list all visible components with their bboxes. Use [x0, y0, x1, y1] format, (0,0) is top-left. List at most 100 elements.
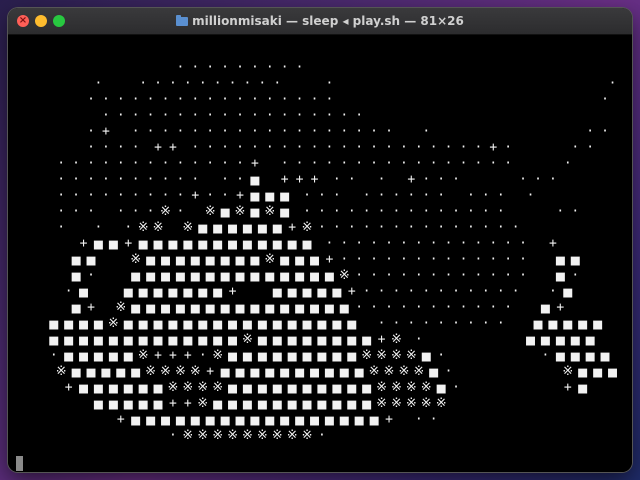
art-glyph: ·: [310, 140, 319, 155]
art-glyph: ·: [49, 348, 58, 363]
art-glyph: ■: [153, 379, 163, 397]
art-glyph: ■: [146, 411, 156, 429]
art-glyph: ■: [250, 251, 260, 269]
art-glyph: ■: [362, 331, 372, 349]
art-glyph: ·: [146, 156, 155, 171]
art-glyph: ·: [511, 284, 520, 299]
art-glyph: ·: [87, 188, 95, 203]
art-glyph: ·: [295, 156, 304, 171]
art-glyph: +: [250, 156, 259, 171]
art-glyph: ·: [459, 268, 468, 283]
art-glyph: ■: [272, 379, 282, 397]
art-glyph: ■: [295, 411, 305, 429]
art-glyph: ·: [161, 188, 170, 203]
art-glyph: ·: [571, 204, 580, 219]
art-glyph: ·: [325, 108, 334, 123]
art-glyph: ·: [325, 236, 334, 251]
art-glyph: ·: [422, 284, 431, 299]
art-glyph: ·: [303, 204, 311, 219]
art-glyph: ·: [131, 172, 140, 187]
art-glyph: ·: [191, 124, 200, 139]
art-glyph: ·: [87, 156, 95, 171]
art-glyph: ·: [422, 172, 431, 187]
art-glyph: ■: [324, 299, 334, 317]
art-glyph: ■: [257, 235, 267, 253]
art-glyph: ■: [153, 331, 163, 349]
art-glyph: ■: [287, 379, 297, 397]
art-glyph: ■: [228, 379, 238, 397]
art-glyph: ■: [585, 331, 595, 349]
art-glyph: ·: [407, 284, 416, 299]
art-glyph: ·: [228, 76, 237, 91]
art-glyph: ■: [563, 315, 573, 333]
art-glyph: ·: [362, 220, 371, 235]
art-glyph: ·: [94, 220, 103, 235]
art-glyph: ·: [481, 284, 490, 299]
art-glyph: ·: [429, 412, 438, 427]
art-glyph: ·: [101, 188, 110, 203]
art-glyph: ·: [459, 156, 468, 171]
art-glyph: ·: [146, 124, 155, 139]
art-glyph: +: [169, 348, 177, 363]
art-glyph: ■: [324, 267, 334, 285]
art-glyph: ·: [161, 156, 170, 171]
art-glyph: ·: [250, 108, 259, 123]
art-glyph: ·: [452, 316, 460, 331]
art-glyph: ■: [79, 347, 89, 365]
art-glyph: ·: [101, 108, 110, 123]
art-glyph: ■: [362, 379, 372, 397]
art-glyph: ※: [130, 252, 142, 267]
art-glyph: ·: [265, 108, 274, 123]
art-glyph: ·: [146, 108, 155, 123]
art-glyph: ·: [250, 60, 259, 75]
art-glyph: ■: [593, 315, 603, 333]
art-glyph: ·: [452, 380, 460, 395]
art-glyph: +: [169, 140, 177, 155]
art-glyph: ■: [64, 315, 74, 333]
art-glyph: ■: [93, 395, 103, 413]
art-glyph: ·: [280, 108, 289, 123]
art-glyph: +: [385, 412, 393, 427]
art-glyph: ■: [421, 347, 431, 365]
art-glyph: ·: [504, 300, 513, 315]
art-glyph: ·: [57, 188, 66, 203]
art-glyph: ※: [264, 204, 276, 219]
art-glyph: ■: [168, 315, 178, 333]
art-glyph: ·: [407, 316, 416, 331]
art-glyph: ·: [94, 76, 103, 91]
art-glyph: ■: [265, 267, 275, 285]
art-glyph: ※: [338, 268, 350, 283]
art-glyph: ■: [131, 411, 141, 429]
art-glyph: ·: [169, 428, 177, 443]
art-glyph: ·: [236, 108, 244, 123]
art-glyph: ※: [420, 380, 432, 395]
art-glyph: ·: [131, 92, 140, 107]
terminal-content[interactable]: · · · · · · · · · · · · · · · · · · · · · · · · · · · · · · · · · · · · · · · ·…: [8, 35, 632, 472]
art-glyph: ※: [390, 348, 402, 363]
title-bar[interactable]: × millionmisaki — sleep ◂ play.sh — 81×2…: [8, 8, 632, 35]
art-glyph: ·: [318, 204, 326, 219]
art-glyph: ■: [317, 379, 327, 397]
art-glyph: ·: [496, 204, 505, 219]
art-glyph: ■: [317, 283, 327, 301]
art-glyph: ·: [116, 204, 125, 219]
art-glyph: ·: [146, 204, 155, 219]
art-glyph: ·: [399, 252, 408, 267]
art-glyph: +: [206, 364, 215, 379]
art-glyph: ·: [250, 92, 259, 107]
art-glyph: ·: [474, 268, 483, 283]
art-glyph: ■: [280, 251, 290, 269]
art-glyph: ■: [272, 219, 282, 237]
art-glyph: ■: [607, 363, 618, 381]
art-glyph: ■: [250, 171, 260, 189]
art-glyph: ■: [160, 299, 171, 317]
art-glyph: +: [563, 380, 572, 395]
art-glyph: ·: [161, 172, 170, 187]
art-glyph: ■: [309, 251, 320, 269]
art-glyph: ■: [287, 395, 297, 413]
art-glyph: ■: [250, 203, 260, 221]
art-glyph: ·: [355, 236, 364, 251]
art-glyph: ·: [422, 204, 431, 219]
art-glyph: ·: [548, 172, 557, 187]
art-glyph: ※: [376, 380, 387, 395]
